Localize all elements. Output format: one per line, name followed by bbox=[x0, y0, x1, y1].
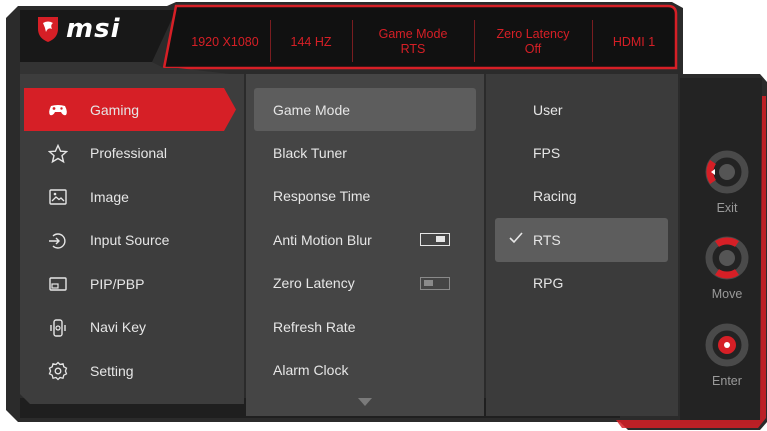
zero-latency-toggle[interactable] bbox=[420, 276, 450, 290]
status-input: HDMI 1 bbox=[612, 34, 656, 49]
nav-exit: Exit bbox=[700, 150, 754, 215]
gear-icon bbox=[48, 361, 68, 381]
msi-dragon-shield-icon bbox=[38, 17, 58, 42]
main-menu-item-professional[interactable]: Professional bbox=[24, 132, 244, 176]
sub-menu-item-zero-latency[interactable]: Zero Latency bbox=[254, 262, 476, 305]
checkmark-icon bbox=[509, 232, 523, 244]
pip-icon bbox=[49, 277, 67, 291]
main-menu-item-pip-pbp[interactable]: PIP/PBP bbox=[24, 262, 244, 306]
sub-menu-item-black-tuner[interactable]: Black Tuner bbox=[254, 131, 476, 174]
input-source-icon bbox=[49, 232, 66, 249]
nav-move: Move bbox=[700, 236, 754, 301]
sub-menu-item-refresh-rate[interactable]: Refresh Rate bbox=[254, 305, 476, 348]
joystick-press-icon bbox=[705, 323, 749, 367]
option-rpg[interactable]: RPG bbox=[495, 262, 668, 305]
nav-exit-caption: Exit bbox=[716, 201, 738, 215]
sub-menu-item-game-mode[interactable]: Game Mode bbox=[254, 88, 476, 132]
navi-key-icon bbox=[50, 318, 66, 337]
option-racing[interactable]: Racing bbox=[495, 175, 668, 218]
status-zero-latency: Zero Latency Off bbox=[496, 27, 570, 56]
status-resolution: 1920 X1080 bbox=[191, 34, 259, 49]
anti-motion-blur-toggle[interactable] bbox=[420, 233, 450, 247]
status-refresh-rate: 144 HZ bbox=[290, 34, 332, 49]
brand-wordmark: msi bbox=[66, 14, 121, 44]
status-game-mode: Game Mode RTS bbox=[378, 27, 448, 56]
nav-move-caption: Move bbox=[711, 287, 743, 301]
nav-enter-caption: Enter bbox=[712, 374, 742, 388]
osd-window: msi 1920 X1080 144 HZ Game Mode RTS Zero… bbox=[0, 0, 767, 431]
joystick-left-icon bbox=[705, 150, 749, 194]
joystick-updown-icon bbox=[705, 236, 749, 280]
gamepad-icon bbox=[49, 105, 67, 116]
image-icon bbox=[49, 189, 67, 205]
scroll-down-arrow-icon[interactable] bbox=[358, 398, 372, 406]
main-menu: Gaming Professional Image Input Source P… bbox=[24, 88, 244, 393]
main-menu-item-input-source[interactable]: Input Source bbox=[24, 219, 244, 263]
sub-menu-item-anti-motion-blur[interactable]: Anti Motion Blur bbox=[254, 218, 476, 261]
sub-menu-item-response-time[interactable]: Response Time bbox=[254, 175, 476, 218]
brand-logo: msi bbox=[36, 14, 120, 44]
option-rts[interactable]: RTS bbox=[495, 218, 668, 262]
main-menu-item-setting[interactable]: Setting bbox=[24, 349, 244, 393]
main-menu-item-navi-key[interactable]: Navi Key bbox=[24, 306, 244, 350]
main-menu-item-gaming[interactable]: Gaming bbox=[24, 88, 244, 132]
options-menu: User FPS Racing RTS RPG bbox=[495, 88, 668, 305]
nav-enter: Enter bbox=[700, 323, 754, 388]
sub-menu: Game Mode Black Tuner Response Time Anti… bbox=[254, 88, 476, 406]
sub-menu-item-alarm-clock[interactable]: Alarm Clock bbox=[254, 348, 476, 391]
option-fps[interactable]: FPS bbox=[495, 131, 668, 174]
main-menu-item-image[interactable]: Image bbox=[24, 175, 244, 219]
star-icon bbox=[48, 143, 68, 163]
option-user[interactable]: User bbox=[495, 88, 668, 131]
